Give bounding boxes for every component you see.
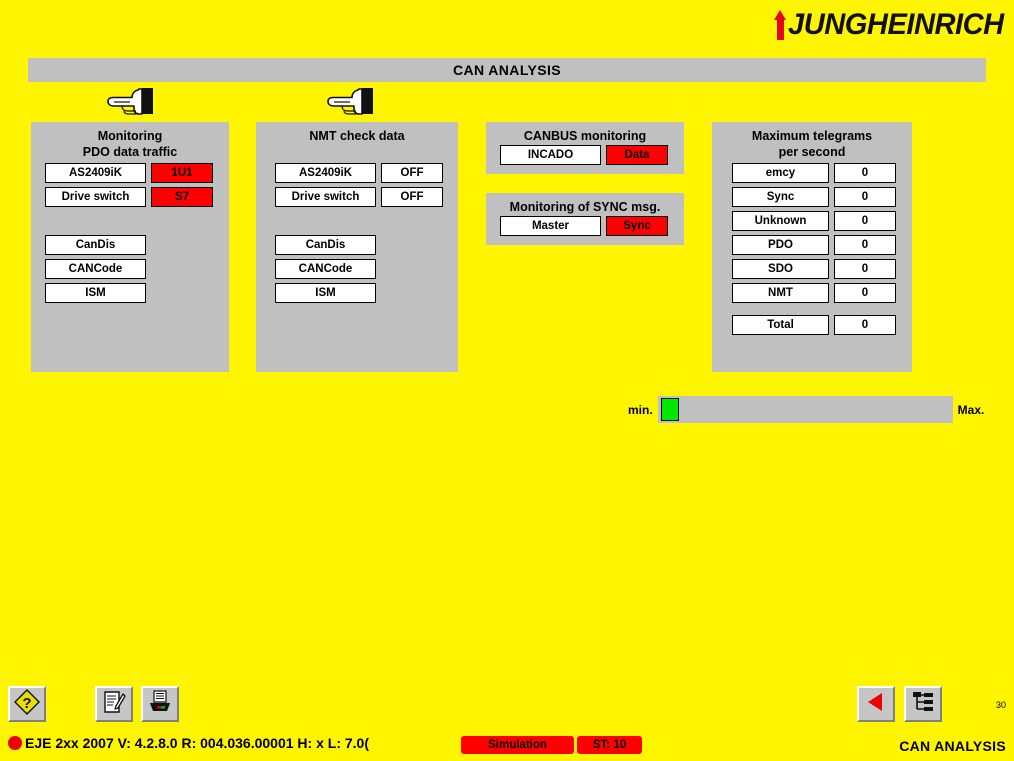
page-title-bar: CAN ANALYSIS	[28, 58, 986, 82]
telegram-row5-label: NMT	[732, 283, 829, 303]
back-button[interactable]	[857, 686, 895, 722]
panel-telegrams-title-line1: Maximum telegrams	[751, 129, 873, 143]
table-row-total: Total 0	[732, 315, 896, 335]
telegram-row5-value: 0	[834, 283, 896, 303]
panel-nmt-title-line1: NMT check data	[309, 129, 405, 143]
panel-telegrams-title-line2: per second	[778, 145, 846, 159]
table-row: AS2409iK 1U1	[45, 163, 213, 183]
pdo-row1-status: S7	[151, 187, 213, 207]
telegram-total-value: 0	[834, 315, 896, 335]
telegram-row3-label: PDO	[732, 235, 829, 255]
panel-canbus-monitoring: CANBUS monitoring INCADO Data	[486, 122, 684, 174]
edit-document-icon	[101, 689, 127, 720]
nmt-row0-label[interactable]: AS2409iK	[275, 163, 376, 183]
canbus-row0-label[interactable]: INCADO	[500, 145, 601, 165]
brand-name: JUNGHEINRICH	[787, 8, 1004, 41]
table-row: Master Sync	[500, 216, 668, 236]
telegram-row4-value: 0	[834, 259, 896, 279]
gauge-min-label: min.	[628, 402, 653, 417]
st-badge: ST: 10	[577, 736, 642, 754]
gauge-track	[657, 396, 953, 423]
telegram-row0-value: 0	[834, 163, 896, 183]
notes-button[interactable]	[95, 686, 133, 722]
table-row: INCADO Data	[500, 145, 668, 165]
brand-logo: JUNGHEINRICH	[773, 6, 1010, 41]
panel-sync-title-line1: Monitoring of SYNC msg.	[509, 200, 661, 214]
panel-max-telegrams: Maximum telegrams per second emcy 0 Sync…	[712, 122, 912, 372]
back-arrow-icon	[863, 689, 889, 720]
pdo-row0-label[interactable]: AS2409iK	[45, 163, 146, 183]
telegram-total-label: Total	[732, 315, 829, 335]
table-row: Unknown 0	[732, 211, 896, 231]
sync-row0-label[interactable]: Master	[500, 216, 601, 236]
gauge-fill	[660, 398, 679, 421]
table-row: PDO 0	[732, 235, 896, 255]
panel-canbus-title-line1: CANBUS monitoring	[523, 129, 647, 143]
panel-monitoring-pdo: Monitoring PDO data traffic AS2409iK 1U1…	[31, 122, 229, 372]
pointing-hand-icon-nmt	[318, 86, 376, 116]
table-row: AS2409iK OFF	[275, 163, 443, 183]
canbus-row0-status: Data	[606, 145, 668, 165]
page-title: CAN ANALYSIS	[452, 62, 561, 78]
table-row: Sync 0	[732, 187, 896, 207]
sync-row0-status: Sync	[606, 216, 668, 236]
gauge-max-label: Max.	[957, 402, 985, 417]
help-button[interactable]: ?	[8, 686, 46, 722]
screen-name-label: CAN ANALYSIS	[899, 738, 1006, 754]
svg-text:?: ?	[22, 695, 31, 712]
telegram-row3-value: 0	[834, 235, 896, 255]
tree-button[interactable]	[904, 686, 942, 722]
nmt-row1-label[interactable]: Drive switch	[275, 187, 376, 207]
panel-sync-title: Monitoring of SYNC msg.	[486, 193, 684, 215]
pdo-button-ism[interactable]: ISM	[45, 283, 146, 303]
status-dot-icon	[8, 736, 22, 750]
panel-sync-monitoring: Monitoring of SYNC msg. Master Sync	[486, 193, 684, 245]
status-line: EJE 2xx 2007 V: 4.2.8.0 R: 004.036.00001…	[8, 735, 438, 751]
nmt-button-candis[interactable]: CanDis	[275, 235, 376, 255]
pdo-row0-status: 1U1	[151, 163, 213, 183]
panel-monitoring-pdo-title-line1: Monitoring	[97, 129, 163, 143]
panel-canbus-title: CANBUS monitoring	[486, 122, 684, 144]
simulation-badge: Simulation	[461, 736, 574, 754]
nmt-row1-status: OFF	[381, 187, 443, 207]
nmt-button-cancode[interactable]: CANCode	[275, 259, 376, 279]
nmt-row0-status: OFF	[381, 163, 443, 183]
telegram-row0-label: emcy	[732, 163, 829, 183]
print-button[interactable]	[141, 686, 179, 722]
panel-telegrams-title: Maximum telegrams per second	[712, 122, 912, 160]
table-row: Drive switch S7	[45, 187, 213, 207]
pdo-row1-label[interactable]: Drive switch	[45, 187, 146, 207]
status-text: EJE 2xx 2007 V: 4.2.8.0 R: 004.036.00001…	[25, 735, 369, 751]
page-number: 30	[995, 700, 1006, 710]
table-row: SDO 0	[732, 259, 896, 279]
panel-monitoring-pdo-title-line2: PDO data traffic	[82, 145, 178, 159]
telegram-row2-value: 0	[834, 211, 896, 231]
telegram-row2-label: Unknown	[732, 211, 829, 231]
help-diamond-icon: ?	[13, 688, 41, 721]
pointing-hand-icon-monitoring	[98, 86, 156, 116]
jungheinrich-arrow-icon	[773, 10, 787, 40]
nmt-button-ism[interactable]: ISM	[275, 283, 376, 303]
panel-monitoring-pdo-title: Monitoring PDO data traffic	[31, 122, 229, 160]
pdo-button-cancode[interactable]: CANCode	[45, 259, 146, 279]
panel-nmt-check-data: NMT check data AS2409iK OFF Drive switch…	[256, 122, 458, 372]
pdo-button-candis[interactable]: CanDis	[45, 235, 146, 255]
printer-icon	[147, 689, 173, 720]
table-row: Drive switch OFF	[275, 187, 443, 207]
telegram-row1-label: Sync	[732, 187, 829, 207]
tree-structure-icon	[910, 689, 936, 720]
table-row: NMT 0	[732, 283, 896, 303]
telegram-row4-label: SDO	[732, 259, 829, 279]
telegram-row1-value: 0	[834, 187, 896, 207]
table-row: emcy 0	[732, 163, 896, 183]
panel-nmt-title: NMT check data	[256, 122, 458, 144]
load-gauge: min. Max.	[628, 396, 984, 423]
